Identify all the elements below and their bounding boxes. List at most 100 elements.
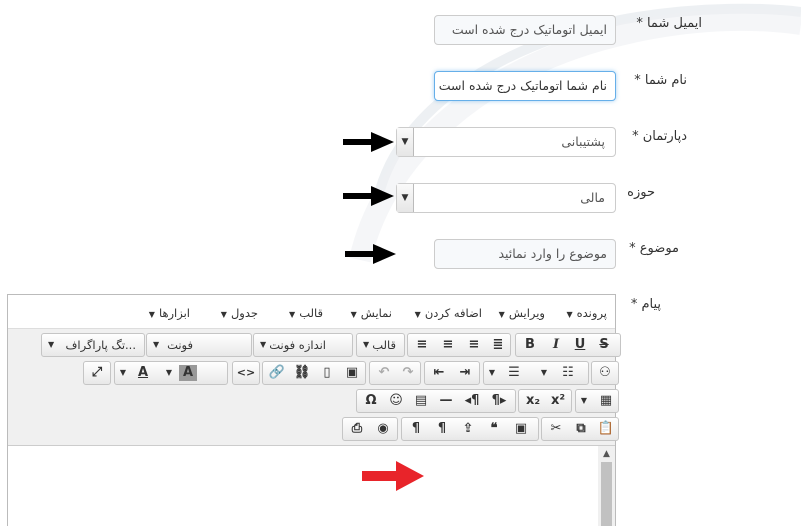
area-label: حوزه (627, 185, 655, 200)
align-left-icon[interactable]: ≡ (410, 334, 434, 356)
editor-content-area[interactable]: ▲ (8, 445, 615, 526)
paragraph-tag-dropdown[interactable]: ...تگ پاراگراف ▼ (41, 333, 145, 357)
text-style-group: B I U S (515, 333, 621, 357)
numbered-list-icon[interactable]: ☷ (556, 362, 580, 384)
image-icon[interactable]: ▣ (340, 362, 364, 384)
blockquote-icon[interactable]: ❝ (482, 418, 506, 440)
caret-down-icon: ▼ (260, 340, 267, 349)
name-field[interactable]: نام شما اتوماتیک درج شده است (434, 71, 616, 101)
chevron-down-icon[interactable]: ▼ (397, 184, 414, 212)
print-preview-group: ⎙ ◉ (342, 417, 398, 441)
menu-format[interactable]: قالب▼ (289, 306, 323, 320)
bullet-list-icon[interactable]: ☰ (502, 362, 526, 384)
black-arrow-icon (343, 186, 394, 206)
script-group: x₂ x² (518, 389, 572, 413)
superscript-icon[interactable]: x² (546, 390, 570, 412)
area-value: مالی (580, 190, 605, 205)
menu-format-label: قالب (299, 306, 323, 320)
binoculars-icon[interactable]: ⚇ (593, 362, 617, 384)
align-right-icon[interactable]: ≡ (462, 334, 486, 356)
align-center-icon[interactable]: ≡ (436, 334, 460, 356)
format-dropdown[interactable]: قالب ▼ (356, 333, 405, 357)
department-value: پشتیبانی (561, 134, 605, 149)
outdent-icon[interactable]: ⇤ (427, 362, 451, 384)
menu-edit[interactable]: ویرایش▼ (499, 306, 545, 320)
bookmark-icon[interactable]: ▯ (315, 362, 339, 384)
vertical-scrollbar[interactable]: ▲ (598, 446, 615, 526)
toolbar-row-4: ⎙ ◉ ¶ ¶ ⇪ ❝ ▣ ✂ ⧉ 📋 (8, 417, 619, 443)
scroll-up-icon[interactable]: ▲ (598, 446, 615, 462)
caret-down-icon: ▼ (363, 340, 370, 349)
strikethrough-icon[interactable]: S (592, 334, 616, 356)
emoticon-icon[interactable]: ☺ (384, 390, 408, 412)
rtl-icon[interactable]: ◂¶ (460, 390, 484, 412)
paste-icon[interactable]: 📋 (594, 418, 618, 440)
clipboard-group: ✂ ⧉ 📋 (541, 417, 619, 441)
caret-down-icon[interactable]: ▼ (576, 390, 592, 412)
upload-icon[interactable]: ⇪ (456, 418, 480, 440)
caret-down-icon[interactable]: ▼ (115, 362, 131, 384)
align-justify-icon[interactable]: ≣ (486, 334, 510, 356)
menu-view[interactable]: نمایش▼ (351, 306, 392, 320)
media-icon[interactable]: ▤ (409, 390, 433, 412)
table-icon[interactable]: ▦ (594, 390, 618, 412)
omega-icon[interactable]: Ω (359, 390, 383, 412)
department-label: دپارتمان * (632, 129, 687, 144)
table-group: ▼ ▦ (575, 389, 619, 413)
red-arrow-icon (362, 461, 424, 491)
list-group: ▼ ☰ ▼ ☷ (483, 361, 589, 385)
save-icon[interactable]: ▣ (509, 418, 533, 440)
caret-down-icon[interactable]: ▼ (161, 362, 177, 384)
font-dropdown[interactable]: فونت ▼ (146, 333, 252, 357)
horizontal-rule-icon[interactable]: — (434, 390, 458, 412)
department-select[interactable]: پشتیبانی ▼ (396, 127, 616, 157)
caret-down-icon[interactable]: ▼ (484, 362, 500, 384)
ltr-icon[interactable]: ¶▸ (487, 390, 511, 412)
rich-text-editor: پرونده▼ ویرایش▼ اضافه کردن▼ نمایش▼ قالب▼… (7, 294, 621, 526)
caret-down-icon: ▼ (148, 310, 155, 319)
subscript-icon[interactable]: x₂ (521, 390, 545, 412)
unlink-icon[interactable]: ⛓ (290, 362, 314, 384)
caret-down-icon[interactable]: ▼ (536, 362, 552, 384)
subject-field[interactable]: موضوع را وارد نمائید (434, 239, 616, 269)
bold-icon[interactable]: B (518, 334, 542, 356)
find-group: ⚇ (591, 361, 619, 385)
code-icon[interactable]: <> (234, 362, 258, 384)
scroll-thumb[interactable] (601, 462, 612, 526)
area-select[interactable]: مالی ▼ (396, 183, 616, 213)
font-size-dropdown[interactable]: اندازه فونت ▼ (253, 333, 353, 357)
link-icon[interactable]: 🔗 (265, 362, 289, 384)
black-arrow-icon (343, 132, 394, 152)
format-label: قالب (372, 338, 396, 352)
text-color-icon[interactable]: A (131, 362, 155, 384)
chevron-down-icon[interactable]: ▼ (397, 128, 414, 156)
name-label: نام شما * (634, 73, 687, 88)
background-color-icon[interactable]: A (179, 365, 197, 381)
redo-icon[interactable]: ↷ (396, 362, 420, 384)
toolbar-row-3: Ω ☺ ▤ — ◂¶ ¶▸ x₂ x² ▼ ▦ (8, 389, 619, 415)
paragraph-tag-label: ...تگ پاراگراف (65, 338, 136, 352)
caret-down-icon: ▼ (220, 310, 227, 319)
paragraph-ltr-icon[interactable]: ¶ (430, 418, 454, 440)
print-icon[interactable]: ⎙ (345, 418, 369, 440)
fullscreen-group: ⤢ (83, 361, 111, 385)
menu-insert[interactable]: اضافه کردن▼ (415, 306, 482, 320)
menu-tools[interactable]: ابزارها▼ (149, 306, 190, 320)
menu-file[interactable]: پرونده▼ (566, 306, 607, 320)
fullscreen-icon[interactable]: ⤢ (85, 362, 109, 384)
indent-icon[interactable]: ⇥ (453, 362, 477, 384)
undo-icon[interactable]: ↶ (372, 362, 396, 384)
italic-icon[interactable]: I (544, 334, 568, 356)
paragraph-rtl-icon[interactable]: ¶ (404, 418, 428, 440)
email-field[interactable]: ایمیل اتوماتیک درج شده است (434, 15, 616, 45)
preview-icon[interactable]: ◉ (371, 418, 395, 440)
cut-icon[interactable]: ✂ (544, 418, 568, 440)
toolbar-row-1: ...تگ پاراگراف ▼ فونت ▼ اندازه فونت ▼ قا… (8, 333, 621, 359)
toolbar-row-2: ⤢ ▼ A ▼ A <> 🔗 ⛓ ▯ ▣ ↶ ↷ ⇤ ⇥ ▼ ☰ ▼ ☷ ⚇ (8, 361, 619, 387)
caret-down-icon: ▼ (153, 340, 160, 349)
underline-icon[interactable]: U (568, 334, 592, 356)
copy-icon[interactable]: ⧉ (569, 418, 593, 440)
subject-label: موضوع * (629, 241, 679, 256)
menu-table-label: جدول (230, 306, 258, 320)
menu-table[interactable]: جدول▼ (221, 306, 258, 320)
